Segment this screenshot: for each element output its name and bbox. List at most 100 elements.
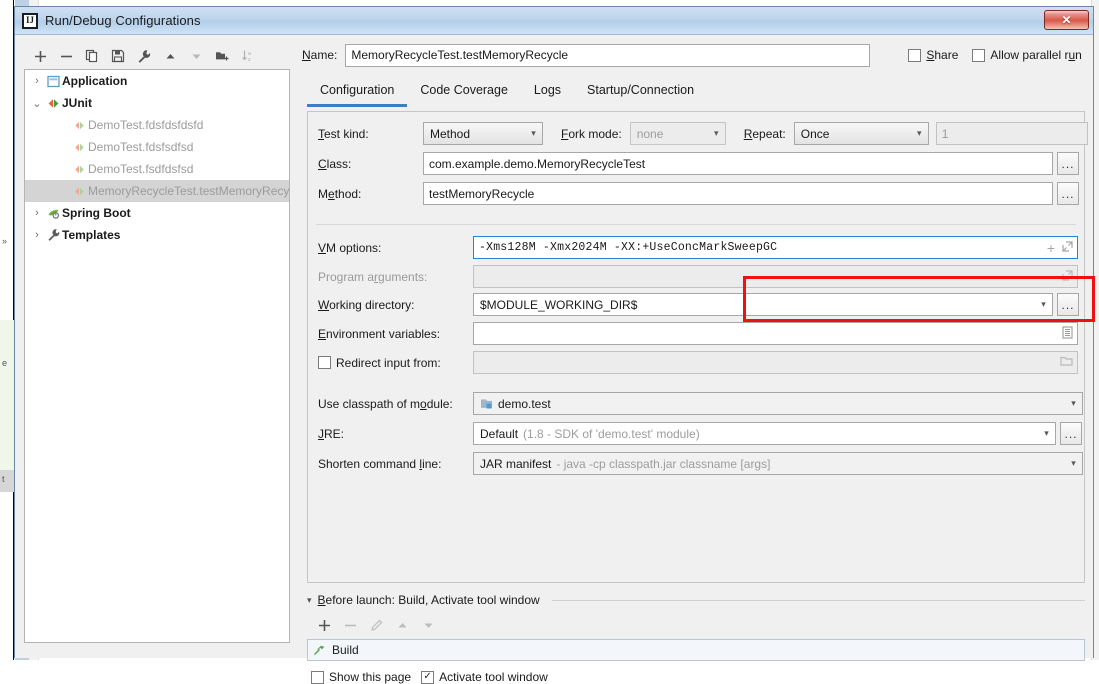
tree-item-label: DemoTest.fdsfsdfsd (88, 140, 193, 154)
class-input[interactable] (423, 152, 1053, 175)
environment-variables-input[interactable] (473, 322, 1078, 345)
tree-item-templates[interactable]: › Templates (25, 224, 289, 246)
twisty-collapsed-icon[interactable]: › (29, 207, 45, 219)
show-this-page-checkbox[interactable]: Show this page (311, 670, 411, 684)
share-checkbox-box[interactable] (908, 49, 921, 62)
junit-icon (45, 97, 62, 110)
allow-parallel-run-checkbox[interactable]: Allow parallel run (972, 48, 1081, 62)
configurations-tree[interactable]: › Application ⌄ JUnit (24, 69, 290, 643)
sort-configurations-button[interactable]: az (235, 45, 261, 67)
tree-item-demotest-3[interactable]: DemoTest.fsdfdsfsd (25, 158, 289, 180)
activate-tool-window-checkbox-box[interactable]: ✓ (421, 671, 434, 684)
move-up-button[interactable] (157, 45, 183, 67)
triangle-down-icon[interactable]: ▾ (307, 595, 312, 606)
edit-templates-button[interactable] (131, 45, 157, 67)
environment-variables-row: Environment variables: (318, 322, 1078, 345)
classpath-module-select[interactable]: demo.test ▾ (473, 392, 1083, 415)
chevron-down-icon: ▾ (1065, 458, 1082, 469)
before-launch-title: Before launch: Build, Activate tool wind… (318, 593, 540, 607)
remove-task-button[interactable] (337, 614, 363, 636)
jre-value: Default (480, 427, 518, 441)
repeat-count-input[interactable] (936, 122, 1088, 145)
method-browse-button[interactable]: ... (1057, 182, 1079, 205)
hammer-icon (313, 644, 326, 657)
fork-mode-value: none (637, 127, 664, 141)
tree-item-label: JUnit (62, 96, 92, 110)
fork-mode-select[interactable]: none ▾ (630, 122, 726, 145)
tree-item-junit[interactable]: ⌄ JUnit (25, 92, 289, 114)
jre-select[interactable]: Default (1.8 - SDK of 'demo.test' module… (473, 422, 1056, 445)
close-button[interactable]: ✕ (1044, 10, 1089, 30)
test-kind-value: Method (430, 127, 470, 141)
tab-code-coverage[interactable]: Code Coverage (407, 79, 521, 107)
module-icon (480, 397, 493, 410)
activate-tool-window-checkbox[interactable]: ✓ Activate tool window (421, 670, 548, 684)
move-task-up-button[interactable] (389, 614, 415, 636)
redirect-input-checkbox[interactable]: Redirect input from: (318, 356, 473, 370)
vm-options-field: + (473, 236, 1078, 259)
before-launch-header[interactable]: ▾ Before launch: Build, Activate tool wi… (307, 591, 1085, 609)
redirect-input-path[interactable] (473, 351, 1078, 374)
editor-tabs: Configuration Code Coverage Logs Startup… (302, 76, 1085, 106)
show-this-page-checkbox-box[interactable] (311, 671, 324, 684)
tree-item-demotest-2[interactable]: DemoTest.fdsfsdfsd (25, 136, 289, 158)
method-row: Method: ... (318, 182, 1079, 205)
tree-item-demotest-1[interactable]: DemoTest.fdsfdsfdsfd (25, 114, 289, 136)
jre-row: JRE: Default (1.8 - SDK of 'demo.test' m… (318, 422, 1082, 445)
move-down-button[interactable] (183, 45, 209, 67)
redirect-input-checkbox-box[interactable] (318, 356, 331, 369)
share-checkbox[interactable]: Share (908, 48, 958, 62)
test-kind-select[interactable]: Method ▾ (423, 122, 543, 145)
tree-item-label: DemoTest.fdsfdsfdsfd (88, 118, 203, 132)
twisty-collapsed-icon[interactable]: › (29, 75, 45, 87)
before-launch-task-list[interactable]: Build (307, 639, 1085, 661)
save-configuration-button[interactable] (105, 45, 131, 67)
tree-item-spring-boot[interactable]: › Spring Boot (25, 202, 289, 224)
repeat-select[interactable]: Once ▾ (794, 122, 929, 145)
before-launch-divider (552, 600, 1085, 601)
test-kind-label: Test kind: (318, 127, 423, 141)
remove-configuration-button[interactable] (53, 45, 79, 67)
configuration-tab-content: Test kind: Method ▾ Fork mode: none ▾ Re… (307, 111, 1085, 583)
edit-task-button[interactable] (363, 614, 389, 636)
tree-item-memoryrecycletest[interactable]: MemoryRecycleTest.testMemoryRecycle (25, 180, 289, 202)
class-browse-button[interactable]: ... (1057, 152, 1079, 175)
application-icon (45, 75, 62, 88)
junit-run-icon (71, 163, 88, 176)
copy-configuration-button[interactable] (79, 45, 105, 67)
twisty-collapsed-icon[interactable]: › (29, 229, 45, 241)
program-arguments-input[interactable] (473, 265, 1078, 288)
dialog-body: az › Application ⌄ JUnit (15, 35, 1093, 658)
working-directory-select[interactable]: $MODULE_WORKING_DIR$ ▾ (473, 293, 1053, 316)
vm-options-input[interactable] (473, 236, 1078, 259)
before-launch-task-label: Build (332, 643, 359, 657)
shorten-command-line-select[interactable]: JAR manifest - java -cp classpath.jar cl… (473, 452, 1083, 475)
expand-icon[interactable] (1062, 270, 1073, 284)
move-task-down-button[interactable] (415, 614, 441, 636)
folder-icon[interactable] (1060, 355, 1073, 370)
method-input[interactable] (423, 182, 1053, 205)
list-edit-icon[interactable] (1062, 326, 1073, 342)
tree-item-label: DemoTest.fsdfdsfsd (88, 162, 193, 176)
plus-icon[interactable]: + (1047, 241, 1055, 255)
working-directory-browse-button[interactable]: ... (1057, 293, 1079, 316)
tree-item-application[interactable]: › Application (25, 70, 289, 92)
new-folder-button[interactable] (209, 45, 235, 67)
allow-parallel-run-label: Allow parallel run (990, 48, 1081, 62)
tab-configuration[interactable]: Configuration (307, 79, 407, 107)
background-text-c: t (2, 474, 5, 484)
tab-startup-connection[interactable]: Startup/Connection (574, 79, 707, 107)
repeat-value: Once (801, 127, 830, 141)
twisty-expanded-icon[interactable]: ⌄ (29, 97, 45, 110)
expand-icon[interactable] (1062, 241, 1073, 255)
name-input[interactable] (345, 44, 870, 67)
add-task-button[interactable] (311, 614, 337, 636)
jre-browse-button[interactable]: ... (1060, 422, 1082, 445)
redirect-input-icons (1060, 351, 1073, 374)
add-configuration-button[interactable] (27, 45, 53, 67)
working-directory-label: Working directory: (318, 298, 473, 312)
working-directory-row: Working directory: $MODULE_WORKING_DIR$ … (318, 293, 1079, 316)
allow-parallel-run-checkbox-box[interactable] (972, 49, 985, 62)
class-label: Class: (318, 157, 423, 171)
tab-logs[interactable]: Logs (521, 79, 574, 107)
